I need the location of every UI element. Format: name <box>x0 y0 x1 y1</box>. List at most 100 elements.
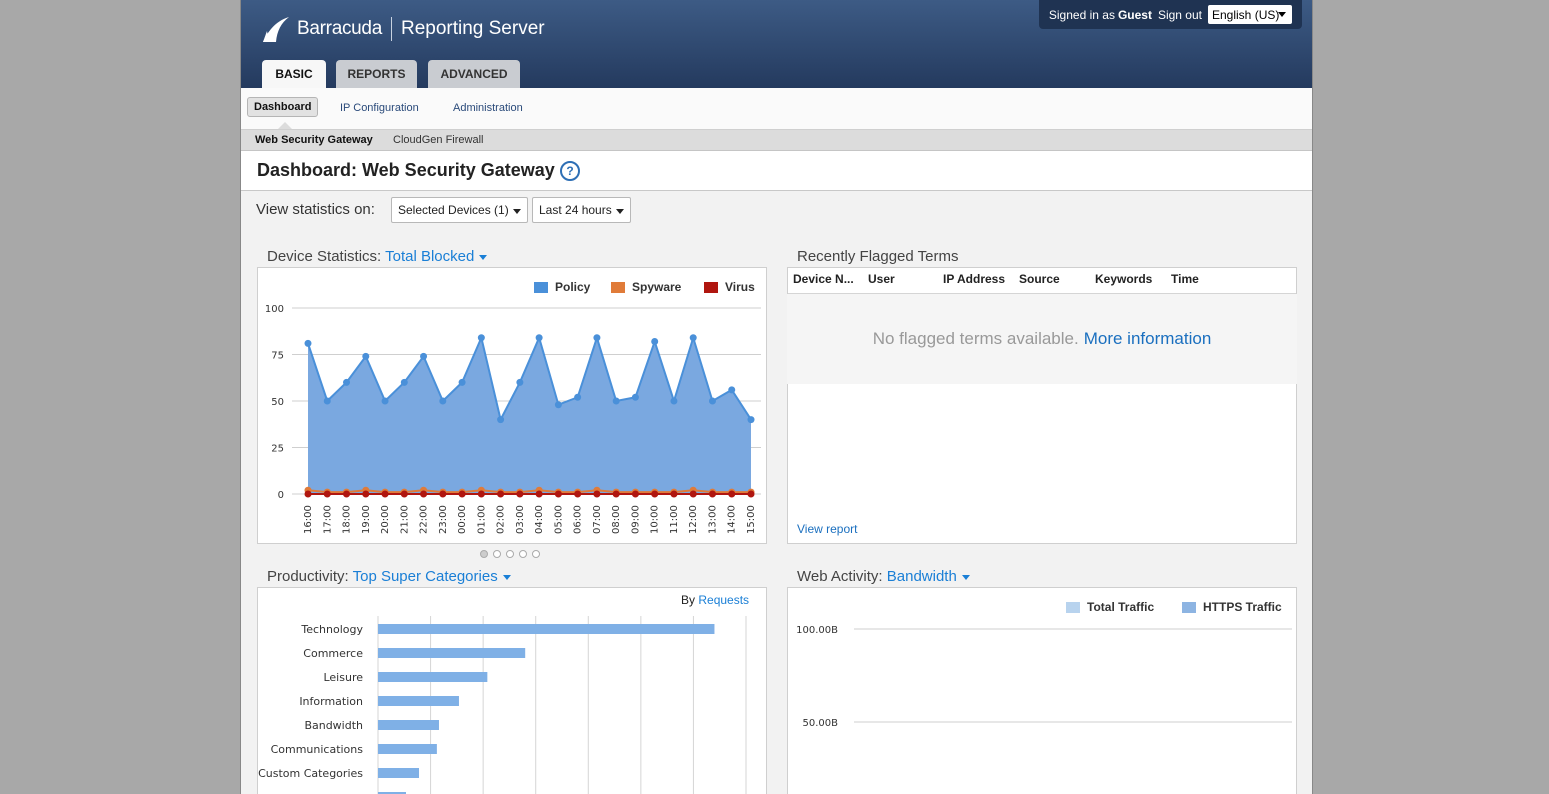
pager-dot[interactable] <box>506 550 514 558</box>
data-point-virus <box>439 490 447 498</box>
data-point-policy <box>651 337 659 345</box>
sign-out-link[interactable]: Sign out <box>1158 8 1202 22</box>
page-title: Dashboard: Web Security Gateway <box>257 160 555 180</box>
chevron-down-icon <box>961 574 970 580</box>
chevron-down-icon <box>616 209 624 214</box>
x-tick-label: 08:00 <box>611 505 622 534</box>
devices-dropdown[interactable]: Selected Devices (1) <box>391 197 528 223</box>
device-stats-panel: Policy Spyware Virus 0 25 50 75 100 16:00 17:0… <box>257 267 767 544</box>
filter-label: View statistics on: <box>256 201 375 218</box>
x-tick-label: 23:00 <box>438 505 449 534</box>
chevron-down-icon <box>1278 12 1286 17</box>
tab-advanced-label: ADVANCED <box>440 67 508 81</box>
col-source[interactable]: Source <box>1019 272 1060 286</box>
brand-name: Barracuda <box>297 18 382 39</box>
data-point-policy <box>516 378 524 386</box>
app-window: Barracuda Reporting Server Signed in as … <box>240 0 1313 794</box>
bar <box>378 696 459 706</box>
productivity-title: Productivity: Top Super Categories <box>267 568 511 585</box>
time-range-dropdown[interactable]: Last 24 hours <box>532 197 631 223</box>
data-point-policy <box>362 352 370 360</box>
x-tick-label: 17:00 <box>322 505 333 534</box>
subnav-ip-configuration[interactable]: IP Configuration <box>340 99 419 117</box>
data-point-virus <box>689 490 697 498</box>
x-tick-label: 21:00 <box>399 505 410 534</box>
y-tick-label: 50 <box>271 397 284 408</box>
user-name: Guest <box>1117 7 1152 22</box>
device-stats-metric-dropdown[interactable]: Total Blocked <box>385 248 488 265</box>
y-tick-label: 100.00B <box>796 625 838 636</box>
data-point-virus <box>343 490 351 498</box>
subnav-cloudgen-firewall[interactable]: CloudGen Firewall <box>393 134 483 146</box>
x-tick-label: 05:00 <box>553 505 564 534</box>
data-point-virus <box>651 490 659 498</box>
user-box: Signed in as Guest Sign out English (US) <box>1038 0 1302 29</box>
category-label: Bandwidth <box>304 719 363 732</box>
col-ip-address[interactable]: IP Address <box>943 272 1005 286</box>
x-tick-label: 09:00 <box>630 505 641 534</box>
sort-by-dropdown[interactable]: Requests <box>698 593 749 607</box>
product-name: Reporting Server <box>400 18 545 39</box>
data-point-policy <box>304 339 312 347</box>
productivity-chart: Technology Commerce Leisure Information Band… <box>258 616 747 794</box>
web-activity-chart: 100.00B 50.00B <box>796 625 1292 729</box>
data-point-policy <box>747 416 755 424</box>
view-report-link[interactable]: View report <box>797 522 857 536</box>
category-label: Leisure <box>323 671 363 684</box>
x-tick-label: 19:00 <box>361 505 372 534</box>
more-information-link[interactable]: More information <box>1084 329 1212 349</box>
page-title-bar: Dashboard: Web Security Gateway ? <box>241 151 1312 191</box>
data-point-virus <box>728 490 736 498</box>
x-tick-label: 12:00 <box>688 505 699 534</box>
time-range-value: Last 24 hours <box>539 203 612 217</box>
data-point-policy <box>420 352 428 360</box>
x-tick-label: 20:00 <box>380 505 391 534</box>
devices-dropdown-value: Selected Devices (1) <box>398 203 509 217</box>
category-label: Custom Categories <box>258 767 363 780</box>
pager-dot[interactable] <box>519 550 527 558</box>
subnav-dashboard[interactable]: Dashboard <box>247 97 319 117</box>
chevron-down-icon <box>513 209 521 214</box>
subnav-web-security-gateway[interactable]: Web Security Gateway <box>255 134 373 146</box>
pager-dot[interactable] <box>493 550 501 558</box>
flagged-terms-title: Recently Flagged Terms <box>797 248 959 265</box>
data-point-virus <box>420 490 428 498</box>
data-point-policy <box>477 334 485 342</box>
data-point-virus <box>381 490 389 498</box>
category-label: Technology <box>300 623 363 636</box>
bar <box>378 624 715 634</box>
tab-advanced[interactable]: ADVANCED <box>428 60 520 88</box>
y-tick-label: 0 <box>278 490 284 501</box>
category-label: Information <box>299 695 363 708</box>
data-point-virus <box>708 490 716 498</box>
x-tick-label: 01:00 <box>476 505 487 534</box>
pager-dot[interactable] <box>480 550 488 558</box>
help-icon[interactable]: ? <box>560 161 580 181</box>
x-tick-label: 14:00 <box>727 505 738 534</box>
col-keywords[interactable]: Keywords <box>1095 272 1152 286</box>
data-point-virus <box>574 490 582 498</box>
web-activity-metric-dropdown[interactable]: Bandwidth <box>887 568 970 585</box>
category-label: Communications <box>271 743 364 756</box>
series-line-spyware <box>307 489 751 494</box>
col-user[interactable]: User <box>868 272 895 286</box>
subnav-pointer <box>278 122 292 129</box>
y-tick-label: 50.00B <box>803 718 839 729</box>
tab-basic[interactable]: BASIC <box>262 60 326 88</box>
x-tick-label: 16:00 <box>303 505 314 534</box>
sort-by-label: By <box>681 593 696 607</box>
data-point-policy <box>728 386 736 394</box>
col-device-name[interactable]: Device N... <box>793 272 854 286</box>
productivity-metric-dropdown[interactable]: Top Super Categories <box>353 568 511 585</box>
data-point-policy <box>400 378 408 386</box>
subnav-administration[interactable]: Administration <box>453 99 523 117</box>
data-point-virus <box>458 490 466 498</box>
data-point-policy <box>343 378 351 386</box>
tab-reports[interactable]: REPORTS <box>336 60 417 88</box>
pager-dot[interactable] <box>532 550 540 558</box>
x-tick-label: 11:00 <box>669 505 680 534</box>
y-tick-label: 75 <box>271 351 284 362</box>
col-time[interactable]: Time <box>1171 272 1199 286</box>
data-point-policy <box>631 393 639 401</box>
language-select[interactable]: English (US) <box>1208 5 1292 24</box>
